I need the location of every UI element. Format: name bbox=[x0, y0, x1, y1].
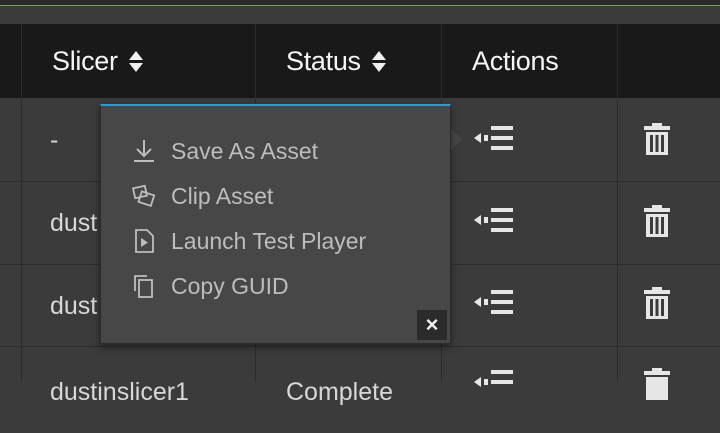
sort-icon[interactable] bbox=[128, 50, 143, 72]
menu-item-launch-test-player[interactable]: Launch Test Player bbox=[131, 224, 366, 258]
slicer-cell: - bbox=[50, 125, 59, 154]
trash-icon[interactable] bbox=[644, 205, 670, 237]
menu-item-label: Copy GUID bbox=[171, 272, 289, 299]
column-label: Status bbox=[286, 45, 361, 76]
menu-item-clip-asset[interactable]: Clip Asset bbox=[131, 179, 273, 213]
close-popup-button[interactable]: × bbox=[417, 310, 447, 340]
actions-menu-icon[interactable] bbox=[472, 287, 516, 317]
download-icon bbox=[134, 140, 154, 162]
column-label: Slicer bbox=[52, 45, 118, 76]
trash-icon[interactable] bbox=[644, 287, 670, 319]
sort-icon[interactable] bbox=[371, 50, 386, 72]
close-icon: × bbox=[425, 312, 439, 337]
slicer-cell: dustinslicer1 bbox=[50, 377, 189, 406]
menu-item-save-as-asset[interactable]: Save As Asset bbox=[131, 134, 318, 168]
actions-popup-menu: Save As Asset Clip Asset Launch Test Pla… bbox=[100, 104, 451, 344]
trash-icon[interactable] bbox=[644, 368, 670, 400]
menu-item-label: Launch Test Player bbox=[171, 227, 367, 254]
actions-menu-icon[interactable] bbox=[472, 123, 516, 153]
menu-item-copy-guid[interactable]: Copy GUID bbox=[131, 269, 289, 303]
column-label: Actions bbox=[472, 45, 559, 76]
status-cell: Complete bbox=[286, 377, 393, 406]
copy-icon bbox=[134, 275, 153, 298]
clip-icon bbox=[132, 184, 156, 208]
trash-icon[interactable] bbox=[644, 123, 670, 155]
play-file-icon bbox=[135, 229, 154, 253]
menu-item-label: Clip Asset bbox=[171, 182, 274, 209]
actions-menu-icon[interactable] bbox=[472, 367, 516, 397]
slicer-cell: dust bbox=[50, 208, 98, 237]
table-header: Slicer Status Actions bbox=[0, 24, 720, 98]
column-header-slicer[interactable]: Slicer bbox=[22, 24, 256, 98]
actions-menu-icon[interactable] bbox=[472, 205, 516, 235]
column-header-actions: Actions bbox=[442, 24, 617, 98]
top-toolbar bbox=[0, 0, 720, 6]
menu-item-label: Save As Asset bbox=[171, 137, 319, 164]
column-header-status[interactable]: Status bbox=[256, 24, 441, 98]
table-row: dustinslicer1 Complete bbox=[0, 347, 720, 429]
slicer-cell: dust bbox=[50, 291, 98, 320]
